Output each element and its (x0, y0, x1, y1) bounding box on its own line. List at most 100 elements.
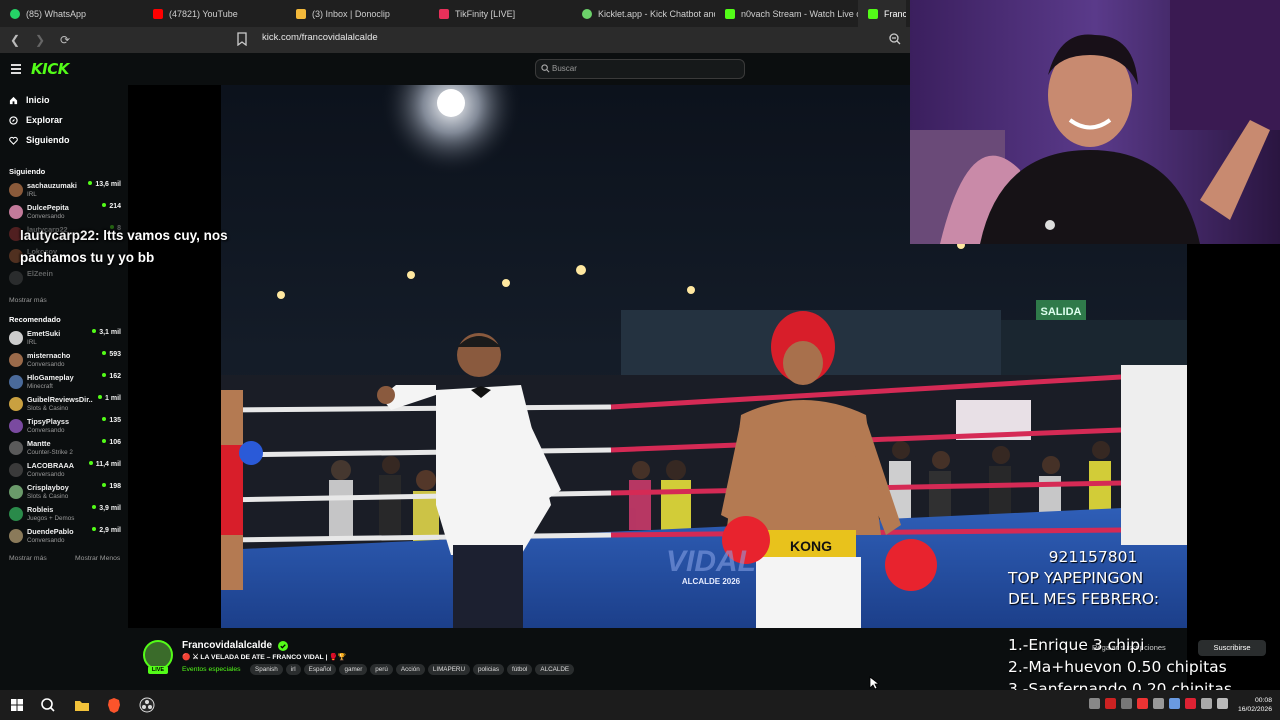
file-explorer-icon[interactable] (73, 696, 91, 714)
tag[interactable]: Spanish (250, 664, 283, 675)
recommended-header: Recomendado (9, 315, 61, 324)
sidebar-channel-recommended[interactable]: HloGameplay Minecraft 162 (9, 372, 121, 394)
tag[interactable]: perú (370, 664, 393, 675)
tag[interactable]: fútbol (507, 664, 533, 675)
sidebar-channel-recommended[interactable]: Crisplayboy Slots & Casino 198 (9, 482, 121, 504)
live-dot-icon (102, 483, 107, 487)
compass-icon (9, 115, 18, 125)
tag-list: Spanish irl Español gamer perú Acción LI… (250, 664, 575, 675)
reload-icon[interactable]: ⟳ (55, 30, 75, 50)
channel-category: Conversando (27, 537, 65, 544)
floor-banner-sub: ALCALDE 2026 (682, 577, 741, 586)
tray-app-icon[interactable] (1137, 698, 1148, 709)
tag[interactable]: Acción (395, 664, 425, 675)
kick-logo[interactable]: KICK (31, 60, 69, 78)
forward-icon[interactable]: ❯ (30, 30, 50, 50)
mouse-cursor-icon (869, 676, 879, 690)
kick-icon (868, 8, 878, 19)
tab-whatsapp[interactable]: (85) WhatsApp (0, 0, 143, 27)
show-more-recommended[interactable]: Mostrar más (9, 555, 47, 562)
nav-explorar[interactable]: Explorar (9, 115, 63, 125)
sidebar-channel-recommended[interactable]: EmetSuki IRL 3,1 mil (9, 328, 121, 350)
nav-inicio[interactable]: Inicio (9, 95, 50, 105)
menu-icon[interactable] (11, 64, 21, 74)
zoom-icon[interactable] (888, 32, 902, 46)
tag[interactable]: ALCALDE (535, 664, 575, 675)
channel-name[interactable]: Francovidalalcalde (182, 640, 272, 651)
channel-name: Mantte (27, 439, 51, 448)
channel-avatar (9, 375, 23, 389)
live-dot-icon (88, 181, 93, 185)
channel-avatar (9, 507, 23, 521)
chat-overlay-message: lautycarp22: ltts vamos cuy, nos pachamo… (20, 225, 250, 269)
tag[interactable]: policias (473, 664, 505, 675)
channel-avatar (9, 183, 23, 197)
viewer-count-text: 3,1 mil (99, 329, 121, 336)
show-more-following[interactable]: Mostrar más (9, 297, 47, 304)
windows-start-icon[interactable] (8, 696, 26, 714)
sidebar-channel-recommended[interactable]: Robleis Juegos + Demos 3,9 mil (9, 504, 121, 526)
tab-n0vach[interactable]: n0vach Stream - Watch Live or (715, 0, 858, 27)
live-dot-icon (102, 351, 107, 355)
tray-mic-icon[interactable] (1105, 698, 1116, 709)
tag[interactable]: Español (303, 664, 337, 675)
tab-donoclip[interactable]: (3) Inbox | Donoclip (286, 0, 429, 27)
live-dot-icon (98, 395, 103, 399)
live-dot-icon (102, 373, 107, 377)
back-icon[interactable]: ❮ (5, 30, 25, 50)
viewer-count-text: 198 (109, 483, 121, 490)
tag[interactable]: LIMAPERU (427, 664, 471, 675)
viewer-count: 1 mil (98, 395, 121, 402)
obs-icon[interactable] (138, 696, 156, 714)
search-icon[interactable] (39, 696, 57, 714)
viewer-count-text: 11,4 mil (95, 461, 121, 468)
tray-app-icon[interactable] (1153, 698, 1164, 709)
sidebar-channel-recommended[interactable]: Mantte Counter-Strike 2 106 (9, 438, 121, 460)
live-dot-icon (102, 439, 107, 443)
tray-app-icon[interactable] (1121, 698, 1132, 709)
tag[interactable]: gamer (339, 664, 368, 675)
channel-name: GuibelReviewsDir... (27, 395, 93, 404)
sidebar-channel-recommended[interactable]: GuibelReviewsDir... Slots & Casino 1 mil (9, 394, 121, 416)
sidebar-channel-following[interactable]: sachauzumaki IRL 13,6 mil (9, 180, 121, 202)
volume-icon[interactable] (1217, 698, 1228, 709)
tray-discord-icon[interactable] (1089, 698, 1100, 709)
channel-name: TipsyPlayss (27, 417, 70, 426)
stream-category[interactable]: Eventos especiales (182, 666, 241, 673)
viewer-count-text: 106 (109, 439, 121, 446)
ring-corner-pad (1121, 365, 1187, 545)
sidebar-channel-recommended[interactable]: TipsyPlayss Conversando 135 (9, 416, 121, 438)
channel-category: Conversando (27, 361, 65, 368)
taskbar-clock[interactable]: 00:08 16/02/2026 (1232, 696, 1272, 714)
tab-youtube[interactable]: (47821) YouTube (143, 0, 286, 27)
channel-avatar (9, 271, 23, 285)
nav-siguiendo[interactable]: Siguiendo (9, 135, 70, 145)
tray-app-icon[interactable] (1169, 698, 1180, 709)
viewer-count-text: 135 (109, 417, 121, 424)
sidebar-channel-recommended[interactable]: DuendePablo Conversando 2,9 mil (9, 526, 121, 548)
viewer-count: 162 (102, 373, 121, 380)
brave-browser-icon[interactable] (105, 696, 123, 714)
url-field[interactable]: kick.com/francovidalalcalde (262, 32, 378, 43)
channel-category: Slots & Casino (27, 405, 69, 412)
channel-avatar (9, 205, 23, 219)
live-badge: LIVE (148, 666, 168, 674)
sidebar-channel-recommended[interactable]: misternacho Conversando 593 (9, 350, 121, 372)
search-input[interactable]: Buscar (535, 59, 745, 79)
sidebar-channel-recommended[interactable]: LACOBRAAA Conversando 11,4 mil (9, 460, 121, 482)
sidebar-channel-following[interactable]: ElZeein (9, 268, 121, 290)
tray-app-icon[interactable] (1185, 698, 1196, 709)
bookmark-icon[interactable] (236, 32, 248, 46)
show-less-recommended[interactable]: Mostrar Menos (75, 555, 120, 562)
tag[interactable]: irl (285, 664, 301, 675)
donoclip-icon (296, 8, 306, 19)
tab-franco-active[interactable]: Franc (858, 0, 906, 27)
network-icon[interactable] (1201, 698, 1212, 709)
viewer-count: 593 (102, 351, 121, 358)
clock-time: 00:08 (1254, 697, 1272, 704)
tab-tikfinity[interactable]: TikFinity [LIVE] (429, 0, 572, 27)
sidebar-channel-following[interactable]: DulcePepita Conversando 214 (9, 202, 121, 224)
top-donor-1: 1.-Enrique 3 chipi (1008, 636, 1145, 654)
channel-avatar (9, 463, 23, 477)
tab-kicklet[interactable]: Kicklet.app - Kick Chatbot and (572, 0, 715, 27)
